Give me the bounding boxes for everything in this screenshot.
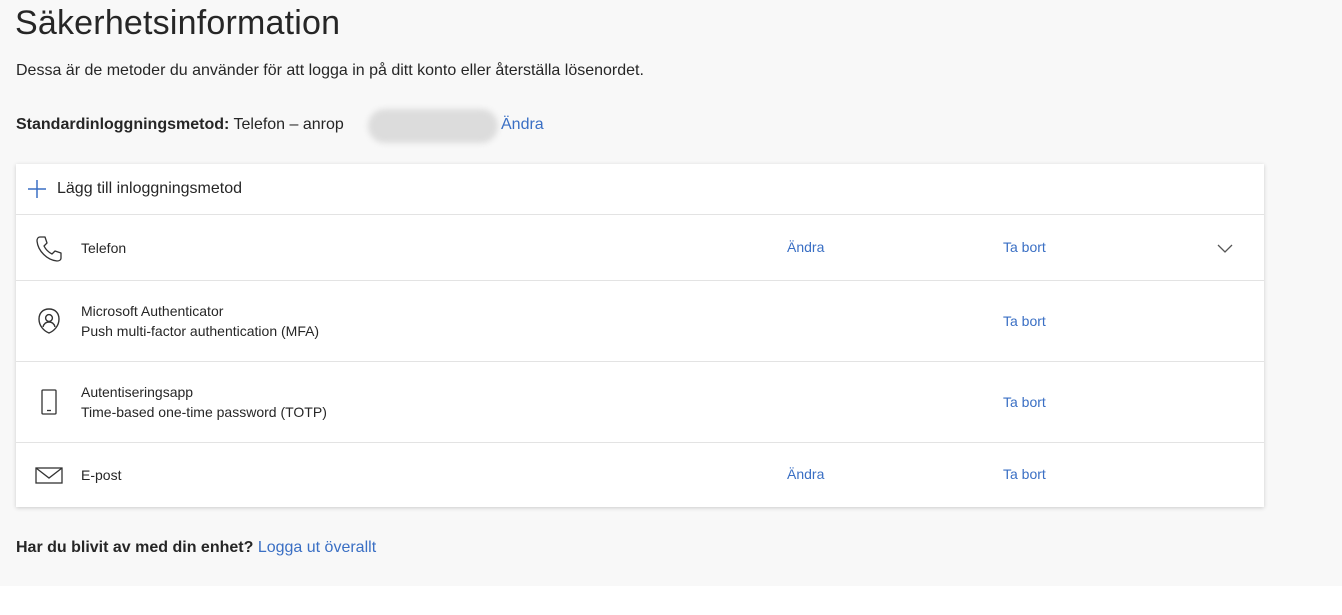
default-method-value: Telefon – anrop xyxy=(233,116,344,133)
add-method-label: Lägg till inloggningsmetod xyxy=(57,180,243,197)
method-row-email: E-post Ändra Ta bort xyxy=(16,443,1264,507)
method-row-phone: Telefon Ändra Ta bort xyxy=(16,215,1264,281)
method-row-authenticator: Microsoft Authenticator Push multi-facto… xyxy=(16,281,1264,362)
mail-icon xyxy=(35,467,63,484)
page-title: Säkerhetsinformation xyxy=(15,4,341,42)
phone-change-link[interactable]: Ändra xyxy=(787,239,824,255)
security-info-page: Säkerhetsinformation Dessa är de metoder… xyxy=(0,0,1342,586)
page-subtitle: Dessa är de metoder du använder för att … xyxy=(16,62,644,79)
default-signin-method: Standardinloggningsmetod: Telefon – anro… xyxy=(16,116,344,134)
email-remove-link[interactable]: Ta bort xyxy=(1003,466,1046,482)
add-method-button[interactable]: Lägg till inloggningsmetod xyxy=(16,164,1264,215)
email-change-link[interactable]: Ändra xyxy=(787,466,824,482)
plus-icon xyxy=(28,180,46,198)
authenticator-icon xyxy=(38,308,60,334)
lost-device-question: Har du blivit av med din enhet? xyxy=(16,539,254,556)
chevron-down-icon[interactable] xyxy=(1216,239,1234,257)
methods-panel: Lägg till inloggningsmetod Telefon Ändra… xyxy=(16,164,1264,507)
totp-remove-link[interactable]: Ta bort xyxy=(1003,394,1046,410)
redacted-phone-number xyxy=(368,109,498,143)
method-name: E-post xyxy=(81,467,122,483)
default-method-label: Standardinloggningsmetod: xyxy=(16,116,230,133)
phone-icon xyxy=(36,236,62,262)
default-method-change-link[interactable]: Ändra xyxy=(501,116,544,134)
phone-remove-link[interactable]: Ta bort xyxy=(1003,239,1046,255)
method-detail: Time-based one-time password (TOTP) xyxy=(81,404,327,420)
method-detail: Push multi-factor authentication (MFA) xyxy=(81,323,320,339)
method-name: Microsoft Authenticator xyxy=(81,303,224,319)
authenticator-remove-link[interactable]: Ta bort xyxy=(1003,313,1046,329)
lost-device-footer: Har du blivit av med din enhet? Logga ut… xyxy=(16,539,376,557)
sign-out-everywhere-link[interactable]: Logga ut överallt xyxy=(258,539,376,556)
mobile-device-icon xyxy=(41,389,57,415)
method-row-totp-app: Autentiseringsapp Time-based one-time pa… xyxy=(16,362,1264,443)
method-name: Telefon xyxy=(81,240,127,256)
method-name: Autentiseringsapp xyxy=(81,384,194,400)
